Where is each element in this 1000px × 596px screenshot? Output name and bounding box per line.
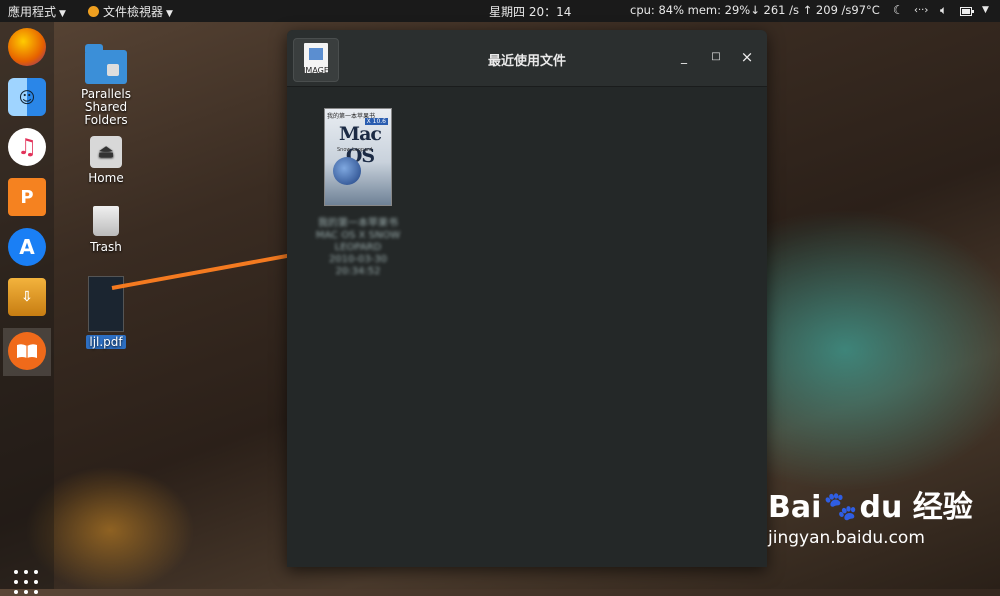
window-title: 最近使用文件 bbox=[487, 54, 566, 69]
file-name: 我的第一本苹果书 MAC OS X SNOW LEOPARD 2010-03-3… bbox=[315, 218, 401, 277]
apple-logo-icon bbox=[333, 157, 361, 185]
maximize-button[interactable]: □ bbox=[707, 48, 725, 66]
baidu-watermark: Bai🐾︎du 经验 jingyan.baidu.com bbox=[768, 490, 973, 548]
title-bar[interactable]: IMAGE 最近使用文件 _ □ × bbox=[287, 30, 767, 87]
close-button[interactable]: × bbox=[738, 48, 756, 66]
recent-file-item[interactable]: 我的第一本苹果书 X 10.6 Mac OS Snow Leopard 我的第一… bbox=[305, 108, 411, 278]
paw-logo-icon: 🐾︎ bbox=[821, 490, 860, 525]
minimize-button[interactable]: _ bbox=[675, 48, 693, 66]
book-cover-thumbnail: 我的第一本苹果书 X 10.6 Mac OS Snow Leopard bbox=[324, 108, 392, 206]
recent-documents-window: IMAGE 最近使用文件 _ □ × 我的第一本苹果书 X 10.6 Mac O… bbox=[287, 30, 767, 567]
